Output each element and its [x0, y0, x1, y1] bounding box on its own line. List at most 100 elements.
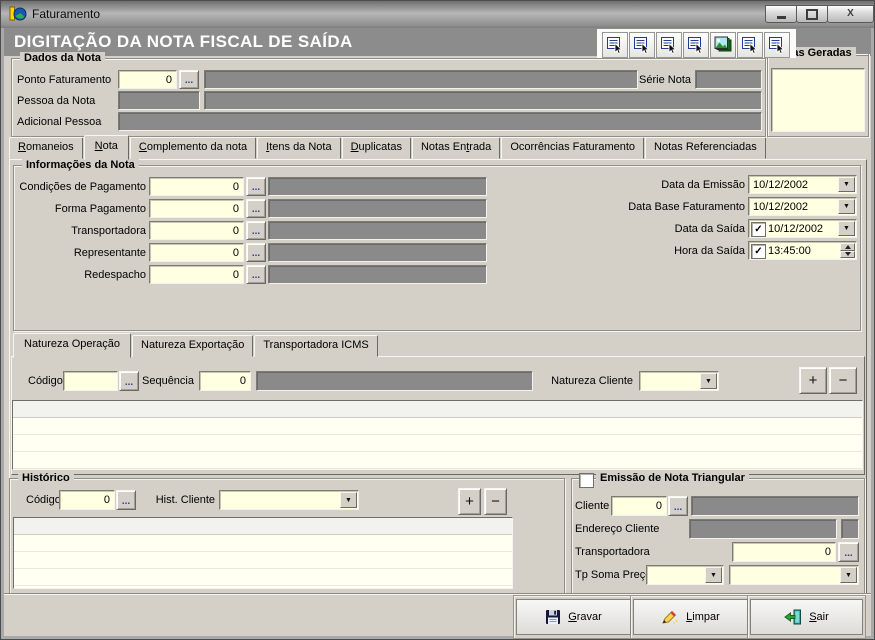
- toolbar-button-6[interactable]: [737, 32, 763, 58]
- emissao-cliente-description-field: [691, 496, 859, 516]
- minimize-button[interactable]: [765, 5, 797, 23]
- notas-geradas-list[interactable]: [771, 68, 865, 132]
- tp-soma-preco-combo-2[interactable]: ▼: [729, 565, 859, 585]
- natureza-remove-button[interactable]: −: [829, 367, 857, 394]
- toolbar-button-5[interactable]: [710, 32, 736, 58]
- historico-grid-body: [14, 535, 512, 588]
- dropdown-arrow-icon[interactable]: ▼: [840, 567, 857, 583]
- data-saida-label: Data da Saída: [561, 219, 745, 238]
- representante-label: Representante: [13, 243, 146, 262]
- tp-soma-preco-combo-1[interactable]: ▼: [646, 565, 724, 585]
- tab-ocorrencias-faturamento[interactable]: Ocorrências Faturamento: [501, 137, 644, 159]
- historico-remove-button[interactable]: −: [484, 488, 507, 515]
- hora-saida-checkbox[interactable]: ✓: [751, 244, 766, 259]
- maximize-icon: [806, 9, 818, 20]
- maximize-button[interactable]: [796, 5, 828, 23]
- toolbar-button-3[interactable]: [656, 32, 682, 58]
- dropdown-arrow-icon[interactable]: ▼: [340, 492, 357, 508]
- representante-input[interactable]: 0: [149, 243, 244, 262]
- representante-browse-button[interactable]: ...: [246, 243, 266, 262]
- natureza-codigo-input[interactable]: [63, 371, 118, 391]
- transportadora-input[interactable]: 0: [149, 221, 244, 240]
- data-saida-combo[interactable]: ✓ 10/12/2002 ▼: [748, 219, 857, 238]
- transportadora-label: Transportadora: [13, 221, 146, 240]
- redespacho-input[interactable]: 0: [149, 265, 244, 284]
- historico-grid[interactable]: [13, 517, 513, 589]
- toolbar-button-2[interactable]: [629, 32, 655, 58]
- close-button[interactable]: X: [827, 5, 874, 23]
- dropdown-arrow-icon[interactable]: ▼: [838, 199, 855, 214]
- dados-da-nota-title: Dados da Nota: [20, 52, 105, 65]
- emissao-cliente-input[interactable]: 0: [611, 496, 667, 516]
- hist-cliente-combo[interactable]: ▼: [219, 490, 359, 510]
- check-icon: ✓: [754, 246, 762, 257]
- ponto-faturamento-label: Ponto Faturamento: [17, 70, 111, 89]
- ponto-faturamento-input[interactable]: 0: [118, 70, 177, 89]
- toolbar-button-7[interactable]: [764, 32, 790, 58]
- hist-cliente-label: Hist. Cliente: [156, 490, 215, 510]
- historico-codigo-browse-button[interactable]: ...: [116, 490, 136, 510]
- hora-saida-spinner[interactable]: ✓ 13:45:00: [748, 241, 857, 260]
- redespacho-label: Redespacho: [13, 265, 146, 284]
- historico-codigo-input[interactable]: 0: [59, 490, 115, 510]
- natureza-cliente-combo[interactable]: ▼: [639, 371, 719, 391]
- tab-romaneios[interactable]: Romaneios: [9, 137, 83, 159]
- tab-nota[interactable]: Nota: [84, 135, 129, 160]
- natureza-grid[interactable]: [12, 400, 863, 470]
- emissao-transportadora-input[interactable]: 0: [732, 542, 836, 562]
- toolbar-button-4[interactable]: [683, 32, 709, 58]
- spin-down-icon[interactable]: [840, 251, 855, 259]
- data-saida-checkbox[interactable]: ✓: [751, 222, 766, 237]
- condicoes-pagamento-input[interactable]: 0: [149, 177, 244, 196]
- minus-icon: −: [491, 493, 500, 510]
- natureza-tabs: Natureza Operação Natureza Exportação Tr…: [13, 334, 379, 357]
- forma-pagamento-input[interactable]: 0: [149, 199, 244, 218]
- pessoa-da-nota-label: Pessoa da Nota: [17, 91, 95, 110]
- form-cursor-icon: [768, 36, 786, 54]
- toolbar-button-1[interactable]: [602, 32, 628, 58]
- tab-notas-entrada[interactable]: Notas Entrada: [412, 137, 500, 159]
- historico-codigo-label: Código: [26, 490, 61, 510]
- sequencia-input[interactable]: 0: [199, 371, 251, 391]
- transportadora-description-field: [268, 221, 487, 240]
- redespacho-browse-button[interactable]: ...: [246, 265, 266, 284]
- tab-itens-da-nota[interactable]: Itens da Nota: [257, 137, 340, 159]
- tab-duplicatas[interactable]: Duplicatas: [342, 137, 411, 159]
- natureza-codigo-browse-button[interactable]: ...: [119, 371, 139, 391]
- dropdown-arrow-icon[interactable]: ▼: [838, 177, 855, 192]
- data-emissao-label: Data da Emissão: [561, 175, 745, 194]
- informacoes-da-nota-title: Informações da Nota: [22, 159, 139, 172]
- natureza-add-button[interactable]: +: [799, 367, 827, 394]
- tab-notas-referenciadas[interactable]: Notas Referenciadas: [645, 137, 766, 159]
- ponto-faturamento-browse-button[interactable]: ...: [179, 70, 199, 89]
- spin-up-icon[interactable]: [840, 243, 855, 251]
- condicoes-pagamento-browse-button[interactable]: ...: [246, 177, 266, 196]
- tab-natureza-operacao[interactable]: Natureza Operação: [13, 333, 131, 358]
- tab-natureza-exportacao[interactable]: Natureza Exportação: [132, 335, 253, 357]
- emissao-triangular-checkbox[interactable]: ✓: [579, 473, 594, 488]
- gravar-button[interactable]: Gravar: [516, 599, 631, 635]
- plus-icon: +: [465, 493, 474, 510]
- limpar-button[interactable]: Limpar: [633, 599, 748, 635]
- pessoa-da-nota-field: [118, 91, 200, 110]
- sequencia-label: Sequência: [137, 371, 194, 391]
- transportadora-browse-button[interactable]: ...: [246, 221, 266, 240]
- dropdown-arrow-icon[interactable]: ▼: [705, 567, 722, 583]
- ponto-faturamento-description-field: [204, 70, 638, 89]
- emissao-transportadora-browse-button[interactable]: ...: [838, 542, 859, 562]
- pessoa-da-nota-description-field: [204, 91, 762, 110]
- data-emissao-combo[interactable]: 10/12/2002 ▼: [748, 175, 857, 194]
- tab-transportadora-icms[interactable]: Transportadora ICMS: [254, 335, 377, 357]
- tab-complemento-da-nota[interactable]: Complemento da nota: [130, 137, 256, 159]
- minus-icon: −: [839, 372, 848, 389]
- sair-button[interactable]: Sair: [750, 599, 863, 635]
- data-base-faturamento-combo[interactable]: 10/12/2002 ▼: [748, 197, 857, 216]
- emissao-cliente-browse-button[interactable]: ...: [668, 496, 688, 516]
- dropdown-arrow-icon[interactable]: ▼: [838, 221, 855, 236]
- picture-icon: [713, 36, 733, 54]
- historico-add-button[interactable]: +: [458, 488, 481, 515]
- forma-pagamento-browse-button[interactable]: ...: [246, 199, 266, 218]
- adicional-pessoa-label: Adicional Pessoa: [17, 112, 101, 131]
- dropdown-arrow-icon[interactable]: ▼: [700, 373, 717, 389]
- forma-pagamento-label: Forma Pagamento: [13, 199, 146, 218]
